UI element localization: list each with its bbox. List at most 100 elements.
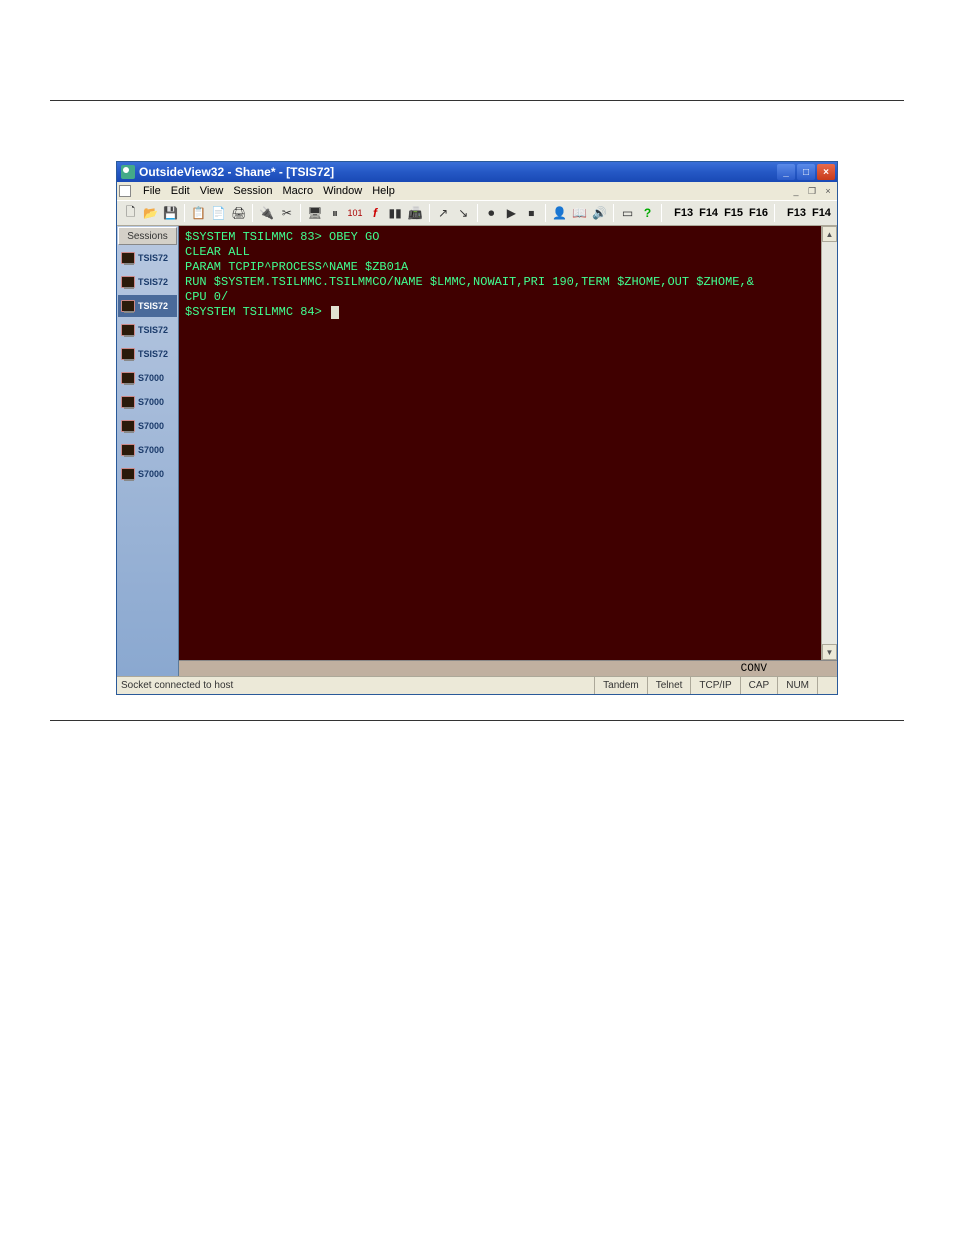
window-title: OutsideView32 - Shane* - [TSIS72]: [139, 165, 777, 179]
fkey-f13[interactable]: F13: [672, 206, 695, 220]
session-label: TSIS72: [138, 301, 168, 311]
terminal-icon: [121, 396, 135, 408]
session-item[interactable]: S7000: [118, 439, 177, 461]
terminal-icon: [121, 300, 135, 312]
terminal-icon: [121, 324, 135, 336]
session-item[interactable]: TSIS72: [118, 247, 177, 269]
terminal-icon: [121, 468, 135, 480]
status-network: TCP/IP: [690, 677, 739, 694]
terminal-icon: [121, 420, 135, 432]
send-icon[interactable]: ↗: [434, 203, 453, 223]
session-item[interactable]: S7000: [118, 463, 177, 485]
menu-view[interactable]: View: [200, 185, 224, 197]
vertical-scrollbar[interactable]: ▲ ▼: [821, 226, 837, 660]
maximize-button[interactable]: □: [797, 164, 815, 180]
sessions-tab[interactable]: Sessions: [118, 227, 177, 245]
open-icon[interactable]: 📂: [141, 203, 160, 223]
terminal-icon[interactable]: 🖥: [305, 203, 324, 223]
session-item[interactable]: S7000: [118, 367, 177, 389]
status-num: NUM: [777, 677, 817, 694]
session-label: S7000: [138, 469, 164, 479]
terminal-icon: [121, 252, 135, 264]
receive-icon[interactable]: ↘: [454, 203, 473, 223]
book-icon[interactable]: 📖: [570, 203, 589, 223]
terminal-icon: [121, 348, 135, 360]
conv-bar: CONV: [179, 660, 837, 676]
menu-macro[interactable]: Macro: [283, 185, 314, 197]
terminal-line: PARAM TCPIP^PROCESS^NAME $ZB01A: [185, 260, 815, 275]
session-item[interactable]: TSIS72: [118, 319, 177, 341]
new-icon[interactable]: 🗋: [121, 203, 140, 223]
terminal-line: CPU 0/: [185, 290, 815, 305]
status-cap: CAP: [740, 677, 778, 694]
session-label: TSIS72: [138, 325, 168, 335]
session-item[interactable]: TSIS72: [118, 295, 177, 317]
mdi-close-button[interactable]: ×: [821, 185, 835, 197]
session-label: TSIS72: [138, 349, 168, 359]
session-label: S7000: [138, 421, 164, 431]
fkey-f15[interactable]: F15: [722, 206, 745, 220]
columns-icon[interactable]: ▮▮: [386, 203, 405, 223]
vars-icon[interactable]: 101: [345, 203, 364, 223]
cursor: [331, 306, 339, 319]
terminal-line: RUN $SYSTEM.TSILMMC.TSILMMCO/NAME $LMMC,…: [185, 275, 815, 290]
terminal-icon: [121, 372, 135, 384]
fkey-f16[interactable]: F16: [747, 206, 770, 220]
minimize-button[interactable]: _: [777, 164, 795, 180]
terminal-line: $SYSTEM TSILMMC 84>: [185, 305, 815, 320]
fkey-f14[interactable]: F14: [697, 206, 720, 220]
play-icon[interactable]: ▶: [502, 203, 521, 223]
mdi-doc-icon[interactable]: [119, 185, 131, 197]
session-label: TSIS72: [138, 277, 168, 287]
fkey-f14-b[interactable]: F14: [810, 206, 833, 220]
fkey-f13-b[interactable]: F13: [785, 206, 808, 220]
mdi-minimize-button[interactable]: _: [789, 185, 803, 197]
transfer-icon[interactable]: 📠: [406, 203, 425, 223]
session-item[interactable]: TSIS72: [118, 343, 177, 365]
session-item[interactable]: TSIS72: [118, 271, 177, 293]
menu-help[interactable]: Help: [372, 185, 395, 197]
window-icon[interactable]: ▭: [618, 203, 637, 223]
terminal[interactable]: $SYSTEM TSILMMC 83> OBEY GOCLEAR ALLPARA…: [179, 226, 821, 660]
disconnect-icon[interactable]: ✂: [277, 203, 296, 223]
session-item[interactable]: S7000: [118, 391, 177, 413]
stop-icon[interactable]: ⏹: [522, 203, 541, 223]
function-icon[interactable]: f: [366, 203, 385, 223]
sound-icon[interactable]: 🔊: [590, 203, 609, 223]
copy-icon[interactable]: 📋: [189, 203, 208, 223]
print-icon[interactable]: 🖨: [229, 203, 248, 223]
pause-icon[interactable]: ⏸: [325, 203, 344, 223]
app-icon: [121, 165, 135, 179]
session-label: S7000: [138, 373, 164, 383]
save-icon[interactable]: 💾: [161, 203, 180, 223]
scroll-up-button[interactable]: ▲: [822, 226, 837, 242]
status-extra: [817, 677, 837, 694]
menu-edit[interactable]: Edit: [171, 185, 190, 197]
mdi-restore-button[interactable]: ❐: [805, 185, 819, 197]
user-icon[interactable]: 👤: [550, 203, 569, 223]
close-button[interactable]: ×: [817, 164, 835, 180]
record-icon[interactable]: ⏺: [482, 203, 501, 223]
terminal-line: CLEAR ALL: [185, 245, 815, 260]
status-message: Socket connected to host: [117, 680, 594, 691]
menu-file[interactable]: File: [143, 185, 161, 197]
app-window: OutsideView32 - Shane* - [TSIS72] _ □ × …: [116, 161, 838, 695]
terminal-icon: [121, 276, 135, 288]
scroll-down-button[interactable]: ▼: [822, 644, 837, 660]
status-emulation: Tandem: [594, 677, 647, 694]
menu-session[interactable]: Session: [233, 185, 272, 197]
paste-icon[interactable]: 📄: [209, 203, 228, 223]
titlebar: OutsideView32 - Shane* - [TSIS72] _ □ ×: [117, 162, 837, 182]
menubar: File Edit View Session Macro Window Help…: [117, 182, 837, 200]
menu-window[interactable]: Window: [323, 185, 362, 197]
session-item[interactable]: S7000: [118, 415, 177, 437]
statusbar: Socket connected to host Tandem Telnet T…: [117, 676, 837, 694]
help-icon[interactable]: ?: [638, 203, 657, 223]
session-label: S7000: [138, 397, 164, 407]
session-label: S7000: [138, 445, 164, 455]
conv-label: CONV: [741, 663, 767, 675]
toolbar: 🗋 📂 💾 📋 📄 🖨 🔌 ✂ 🖥 ⏸ 101 f ▮▮ 📠 ↗ ↘ ⏺ ▶ ⏹: [117, 200, 837, 226]
sessions-panel: Sessions TSIS72 TSIS72 TSIS72 TSIS72 TSIS72 S…: [117, 226, 179, 676]
connect-icon[interactable]: 🔌: [257, 203, 276, 223]
session-label: TSIS72: [138, 253, 168, 263]
